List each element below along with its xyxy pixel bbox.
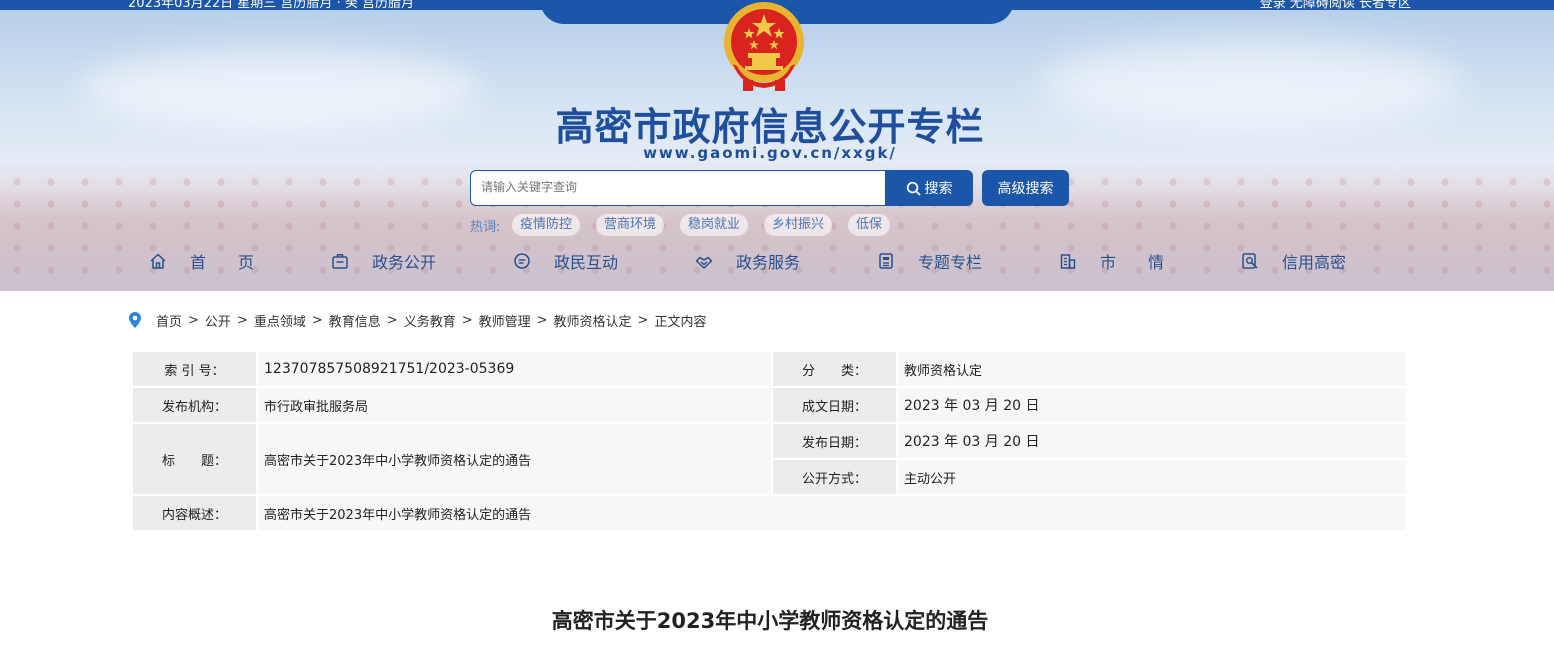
document-info-table: 索 引 号： 123707857508921751/2023-05369 分 类… — [131, 350, 1408, 532]
top-links[interactable]: 登录 无障碍阅读 长者专区 — [1260, 0, 1411, 10]
search-input[interactable] — [471, 171, 881, 203]
home-icon — [148, 251, 168, 271]
search-icon — [906, 181, 920, 195]
document-icon — [876, 251, 896, 271]
written-date-value: 2023 年 03 月 20 日 — [896, 386, 1408, 424]
date-text: 2023年03月22日 星期三 宫历腊月 · 癸 宫历腊月 — [128, 0, 414, 10]
table-row: 内容概述： 高密市关于2023年中小学教师资格认定的通告 — [131, 494, 1408, 532]
breadcrumb-separator: > — [461, 312, 473, 328]
breadcrumb-separator: > — [188, 312, 199, 328]
index-number-value: 123707857508921751/2023-05369 — [256, 350, 773, 388]
table-row: 标 题： 高密市关于2023年中小学教师资格认定的通告 发布日期： 2023 年… — [131, 422, 1408, 496]
nav-item-home[interactable]: 首 页 — [148, 248, 254, 274]
nav-item-credit[interactable]: 信用高密 — [1240, 248, 1346, 274]
nav-item-interaction[interactable]: 政民互动 — [512, 248, 618, 274]
search-box — [470, 170, 886, 206]
breadcrumb-item[interactable]: 教师管理 — [479, 311, 531, 330]
breadcrumb-separator: > — [536, 312, 548, 328]
breadcrumb: 首页 > 公开 > 重点领域 > 教育信息 > 义务教育 > 教师管理 > 教师… — [128, 309, 706, 331]
search-button[interactable]: 搜索 — [885, 170, 973, 206]
breadcrumb-item[interactable]: 义务教育 — [404, 311, 456, 330]
nav-item-services[interactable]: 政务服务 — [694, 248, 800, 274]
building-icon — [1058, 251, 1078, 271]
breadcrumb-separator: > — [386, 312, 398, 328]
location-pin-icon — [129, 312, 141, 328]
disclosure-method-value: 主动公开 — [896, 458, 1408, 496]
hot-tag[interactable]: 营商环境 — [596, 214, 665, 236]
chat-icon — [512, 251, 532, 271]
hot-tag[interactable]: 低保 — [848, 214, 891, 236]
hot-tag[interactable]: 稳岗就业 — [680, 214, 749, 236]
breadcrumb-item[interactable]: 重点领域 — [254, 311, 306, 330]
breadcrumb-separator: > — [311, 312, 323, 328]
category-value: 教师资格认定 — [896, 350, 1408, 388]
article-title: 高密市关于2023年中小学教师资格认定的通告 — [551, 609, 989, 633]
nav-label: 政民互动 — [554, 253, 619, 272]
nav-item-special-topics[interactable]: 专题专栏 — [876, 248, 982, 274]
nav-label: 政务公开 — [372, 253, 437, 272]
breadcrumb-item[interactable]: 教师资格认定 — [554, 311, 632, 330]
site-title: 高密市政府信息公开专栏 — [555, 105, 985, 149]
table-row: 索 引 号： 123707857508921751/2023-05369 分 类… — [131, 350, 1408, 388]
nav-label: 市 情 — [1100, 253, 1165, 272]
breadcrumb-separator: > — [637, 312, 649, 328]
site-url: www.gaomi.gov.cn/xxgk/ — [643, 144, 897, 162]
disclosure-method-label: 公开方式： — [771, 458, 898, 496]
hot-tag[interactable]: 乡村振兴 — [764, 214, 833, 236]
nav-label: 政务服务 — [736, 253, 801, 272]
breadcrumb-item[interactable]: 教育信息 — [329, 311, 381, 330]
nav-label: 首 页 — [190, 253, 255, 272]
publisher-label: 发布机构： — [131, 386, 258, 424]
publisher-value: 市行政审批服务局 — [256, 386, 773, 424]
nav-item-gov-affairs[interactable]: 政务公开 — [330, 248, 436, 274]
advanced-search-label: 高级搜索 — [997, 181, 1054, 197]
index-number-label: 索 引 号： — [131, 350, 258, 388]
title-value: 高密市关于2023年中小学教师资格认定的通告 — [256, 422, 773, 496]
category-label: 分 类： — [771, 350, 898, 388]
nav-label: 专题专栏 — [918, 253, 983, 272]
table-row: 发布机构： 市行政审批服务局 成文日期： 2023 年 03 月 20 日 — [131, 386, 1408, 424]
publish-date-label: 发布日期： — [771, 422, 898, 460]
summary-label: 内容概述： — [131, 494, 258, 532]
handshake-icon — [694, 251, 714, 271]
hot-tag[interactable]: 疫情防控 — [512, 214, 581, 236]
breadcrumb-item[interactable]: 公开 — [205, 311, 231, 330]
title-label: 标 题： — [131, 422, 258, 496]
nav-item-city-info[interactable]: 市 情 — [1058, 248, 1164, 274]
briefcase-icon — [330, 251, 350, 271]
breadcrumb-item-current: 正文内容 — [654, 314, 707, 330]
breadcrumb-separator: > — [236, 312, 248, 328]
summary-value: 高密市关于2023年中小学教师资格认定的通告 — [256, 494, 1408, 532]
nav-label: 信用高密 — [1282, 253, 1347, 272]
search-button-label: 搜索 — [924, 181, 953, 197]
publish-date-value: 2023 年 03 月 20 日 — [896, 422, 1408, 460]
written-date-label: 成文日期： — [771, 386, 898, 424]
hot-words-label: 热词: — [470, 220, 501, 235]
advanced-search-button[interactable]: 高级搜索 — [982, 170, 1069, 206]
national-emblem-icon — [724, 2, 804, 91]
breadcrumb-item[interactable]: 首页 — [156, 311, 182, 330]
credit-search-icon — [1240, 251, 1260, 271]
